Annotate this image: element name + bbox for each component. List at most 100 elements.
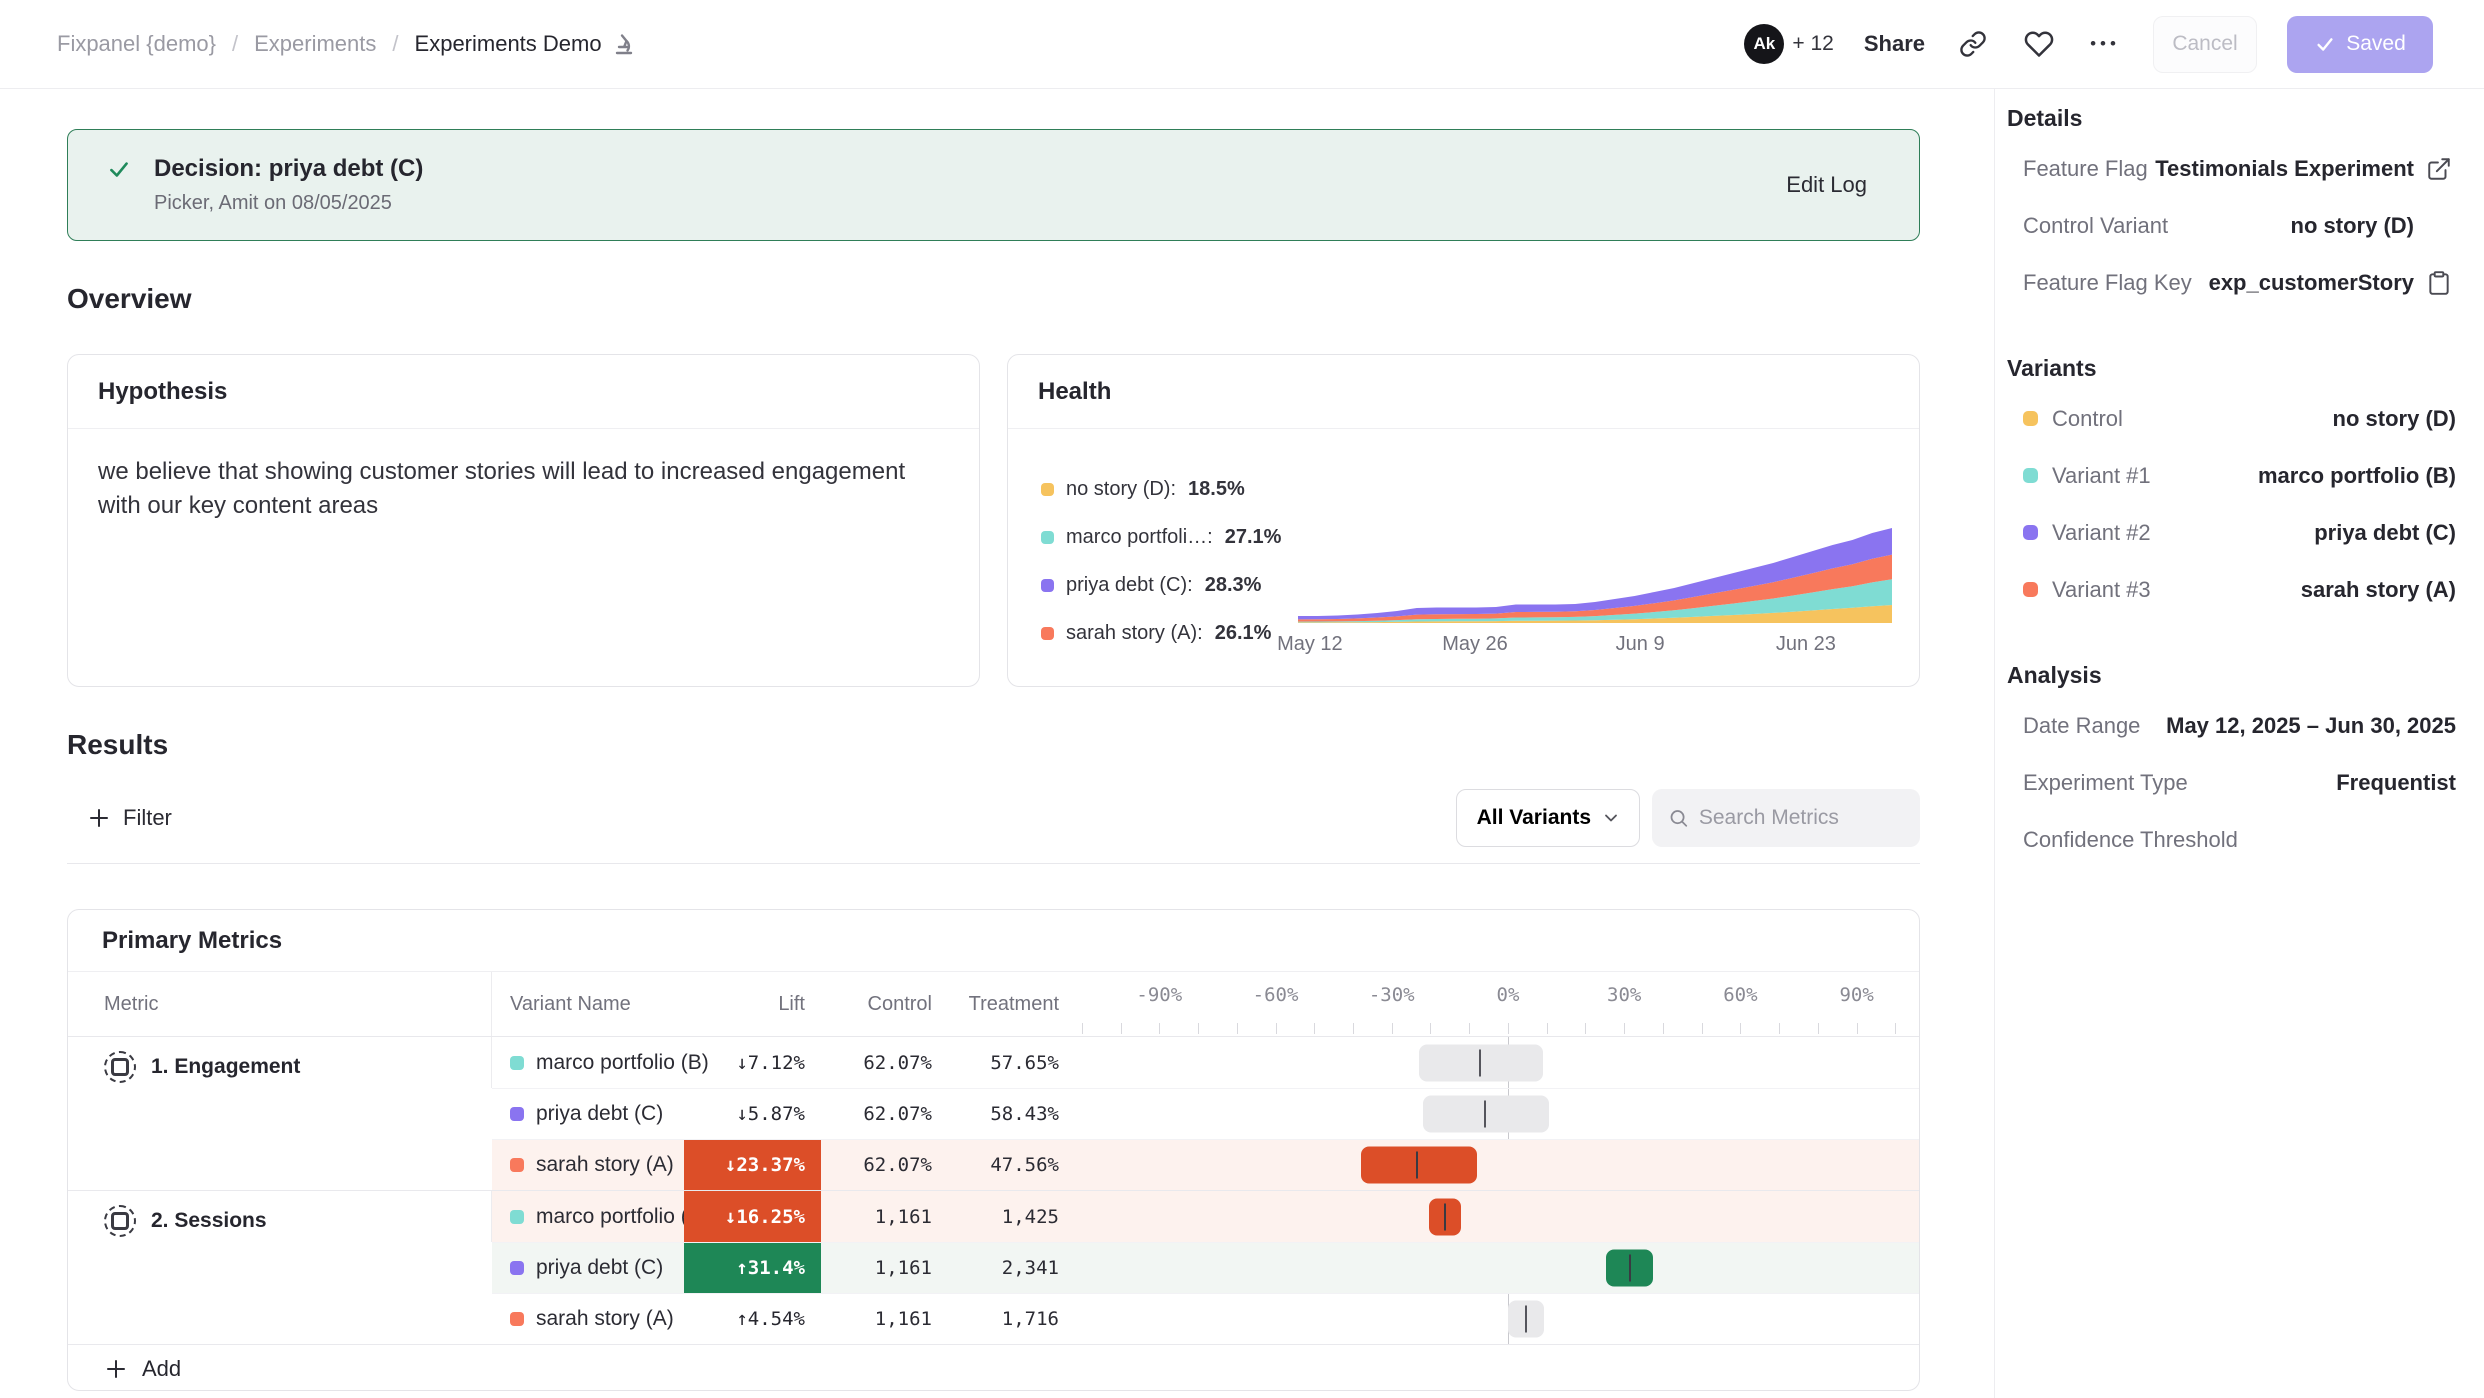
- metric-goal-icon: [104, 1051, 136, 1083]
- axis-minor-tick: [1779, 1023, 1780, 1034]
- col-lift: Lift: [684, 993, 821, 1016]
- collaborator-avatars[interactable]: Ak + 12: [1744, 24, 1833, 64]
- legend-label: no story (D):: [1066, 478, 1176, 501]
- variant-swatch-icon: [2023, 582, 2038, 597]
- breadcrumb-experiments[interactable]: Experiments: [254, 31, 376, 57]
- axis-minor-tick: [1547, 1023, 1548, 1034]
- variants-dropdown[interactable]: All Variants: [1456, 789, 1640, 847]
- add-filter-button[interactable]: Filter: [87, 805, 172, 831]
- results-heading: Results: [67, 729, 1920, 761]
- cancel-button[interactable]: Cancel: [2153, 16, 2257, 73]
- axis-minor-tick: [1430, 1023, 1431, 1034]
- detail-row: Feature Flag Keyexp_customerStory: [2007, 254, 2456, 311]
- external-link-icon[interactable]: [2422, 156, 2456, 182]
- table-row: priya debt (C)↓5.87%62.07%58.43%: [492, 1088, 1919, 1139]
- lift-cell: ↓7.12%: [684, 1037, 821, 1088]
- detail-row: Feature Flag Testimonials Experiment: [2007, 140, 2456, 197]
- main-content: Decision: priya debt (C) Picker, Amit on…: [0, 89, 1994, 1398]
- analysis-label: Experiment Type: [2023, 770, 2188, 796]
- legend-swatch-icon: [1041, 627, 1054, 640]
- axis-minor-tick: [1276, 1023, 1277, 1034]
- health-legend-item: priya debt (C): 28.3%: [1041, 561, 1273, 609]
- ci-point-estimate: [1525, 1306, 1527, 1333]
- control-value: 62.07%: [821, 1154, 948, 1176]
- copy-icon[interactable]: [2422, 270, 2456, 296]
- confidence-interval-cell: [1075, 1089, 1919, 1139]
- variant-swatch-icon: [510, 1210, 524, 1224]
- variant-name-cell: sarah story (A): [492, 1153, 684, 1177]
- edit-log-button[interactable]: Edit Log: [1786, 172, 1867, 198]
- axis-minor-tick: [1585, 1023, 1586, 1034]
- legend-swatch-icon: [1041, 579, 1054, 592]
- variant-swatch-icon: [2023, 468, 2038, 483]
- copy-link-icon[interactable]: [1955, 26, 1991, 62]
- axis-minor-tick: [1818, 1023, 1819, 1034]
- favorite-heart-icon[interactable]: [2021, 26, 2057, 62]
- variant-swatch-icon: [510, 1261, 524, 1275]
- detail-label: Control Variant: [2023, 213, 2168, 239]
- legend-value: 27.1%: [1225, 526, 1282, 549]
- variant-label: Variant #1: [2023, 463, 2151, 489]
- treatment-value: 2,341: [948, 1257, 1075, 1279]
- avatar[interactable]: Ak: [1744, 24, 1784, 64]
- hypothesis-body: we believe that showing customer stories…: [68, 429, 948, 549]
- variant-name: marco portfolio (B): [536, 1051, 709, 1075]
- search-metrics-input[interactable]: [1699, 806, 1904, 830]
- variant-label: Control: [2023, 406, 2123, 432]
- ci-point-estimate: [1629, 1255, 1631, 1282]
- col-control: Control: [821, 993, 948, 1016]
- variant-value: no story (D): [2333, 406, 2456, 432]
- ci-bar: [1361, 1147, 1477, 1184]
- axis-minor-tick: [1159, 1023, 1160, 1034]
- axis-minor-tick: [1857, 1023, 1858, 1034]
- variants-dropdown-value: All Variants: [1477, 806, 1591, 830]
- hypothesis-card: Hypothesis we believe that showing custo…: [67, 354, 980, 687]
- axis-minor-tick: [1121, 1023, 1122, 1034]
- lift-value: ↑31.4%: [684, 1243, 821, 1293]
- avatar-overflow-count: + 12: [1792, 32, 1833, 56]
- variant-name-cell: priya debt (C): [492, 1256, 684, 1280]
- search-metrics-box[interactable]: [1652, 789, 1920, 847]
- analysis-section: Analysis Date RangeMay 12, 2025 – Jun 30…: [2007, 662, 2456, 868]
- variant-value: priya debt (C): [2314, 520, 2456, 546]
- legend-label: priya debt (C):: [1066, 574, 1193, 597]
- treatment-value: 1,425: [948, 1206, 1075, 1228]
- metric-cell[interactable]: 1. Engagement: [68, 1037, 492, 1088]
- table-row: sarah story (A)↓23.37%62.07%47.56%: [492, 1139, 1919, 1190]
- axis-tick-label: 30%: [1607, 984, 1641, 1006]
- metric-cell[interactable]: 2. Sessions: [68, 1191, 492, 1242]
- details-heading: Details: [2007, 105, 2456, 132]
- analysis-label: Confidence Threshold: [2023, 827, 2238, 853]
- legend-value: 18.5%: [1188, 478, 1245, 501]
- axis-tick-label: 0%: [1497, 984, 1520, 1006]
- col-variant-name: Variant Name: [492, 993, 684, 1016]
- add-metric-button[interactable]: Add: [68, 1344, 1919, 1391]
- lift-cell: ↑4.54%: [684, 1294, 821, 1344]
- legend-value: 28.3%: [1205, 574, 1262, 597]
- col-treatment: Treatment: [948, 993, 1075, 1016]
- variant-swatch-icon: [510, 1107, 524, 1121]
- detail-value: exp_customerStory: [2209, 270, 2414, 296]
- legend-label: marco portfoli…:: [1066, 526, 1213, 549]
- detail-label: Feature Flag: [2023, 156, 2148, 182]
- lift-cell: ↓16.25%: [684, 1191, 821, 1242]
- lift-cell: ↓23.37%: [684, 1140, 821, 1190]
- table-header: Metric Variant Name Lift Control Treatme…: [68, 972, 1919, 1037]
- variant-swatch-icon: [510, 1312, 524, 1326]
- table-row: marco portfolio (B)↓16.25%1,1611,425: [492, 1191, 1919, 1242]
- check-icon: [2314, 33, 2336, 55]
- legend-swatch-icon: [1041, 531, 1054, 544]
- metric-name: 2. Sessions: [151, 1209, 267, 1233]
- saved-label: Saved: [2346, 32, 2406, 56]
- breadcrumb-project[interactable]: Fixpanel {demo}: [57, 31, 216, 57]
- metric-goal-icon: [104, 1205, 136, 1237]
- detail-value: Testimonials Experiment: [2155, 156, 2414, 182]
- variant-name: sarah story (A): [536, 1307, 674, 1331]
- lift-value: ↓7.12%: [684, 1037, 821, 1088]
- more-menu-button[interactable]: •••: [2087, 26, 2123, 62]
- variant-row: Variant #2priya debt (C): [2007, 504, 2456, 561]
- saved-button[interactable]: Saved: [2287, 16, 2433, 73]
- share-button[interactable]: Share: [1864, 31, 1925, 57]
- variant-row: Variant #1marco portfolio (B): [2007, 447, 2456, 504]
- breadcrumb: Fixpanel {demo} / Experiments / Experime…: [57, 31, 636, 57]
